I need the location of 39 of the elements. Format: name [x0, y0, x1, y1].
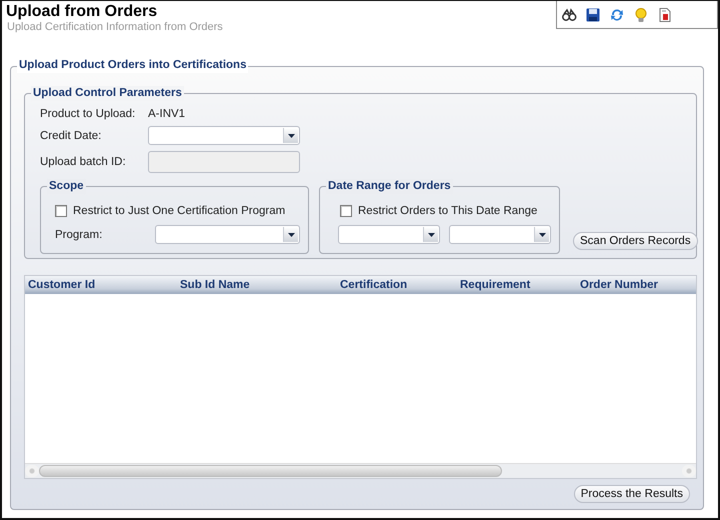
page-subtitle: Upload Certification Information from Orders [7, 21, 223, 33]
caret-icon [288, 134, 294, 138]
column-header[interactable]: Sub Id Name [177, 279, 337, 291]
dropdown-field[interactable] [148, 126, 300, 145]
field-label: Product to Upload: [40, 108, 136, 120]
report-icon[interactable] [657, 6, 673, 22]
dropdown-field[interactable] [449, 225, 551, 244]
column-header[interactable]: Requirement [457, 279, 577, 291]
scan-orders-button[interactable]: Scan Orders Records [573, 232, 698, 250]
checkbox-label: Restrict Orders to This Date Range [358, 205, 538, 217]
dropdown-field[interactable] [338, 225, 440, 244]
group-title: Date Range for Orders [326, 179, 453, 194]
binoculars-icon[interactable] [561, 6, 577, 22]
save-icon[interactable] [585, 6, 601, 22]
scroll-left-icon[interactable] [25, 465, 39, 477]
page-title: Upload from Orders [6, 2, 158, 21]
dropdown-field[interactable] [155, 225, 300, 244]
checkbox[interactable] [340, 205, 352, 217]
column-header[interactable]: Order Number [577, 279, 658, 291]
checkbox[interactable] [55, 205, 67, 217]
scroll-right-icon[interactable] [682, 465, 696, 477]
scrollbar-thumb[interactable] [39, 465, 502, 477]
light-bulb-icon[interactable] [633, 6, 649, 22]
field-label: Upload batch ID: [40, 156, 127, 168]
column-header[interactable]: Certification [337, 279, 457, 291]
caret-icon [288, 232, 294, 236]
group-title: Upload Control Parameters [31, 86, 184, 101]
caret-icon [538, 232, 546, 236]
refresh-icon[interactable] [609, 6, 625, 22]
horizontal-scrollbar[interactable] [25, 463, 696, 478]
column-header[interactable]: Customer Id [25, 279, 177, 291]
field-label: Credit Date: [40, 130, 102, 142]
field-label: Program: [55, 228, 104, 240]
group-title: Scope [47, 179, 86, 194]
group-title: Upload Product Orders into Certifications [17, 58, 248, 73]
process-results-button[interactable]: Process the Results [574, 485, 690, 503]
product-value: A-INV1 [148, 108, 186, 120]
caret-icon [428, 232, 434, 236]
checkbox-label: Restrict to Just One Certification Program [73, 205, 286, 217]
